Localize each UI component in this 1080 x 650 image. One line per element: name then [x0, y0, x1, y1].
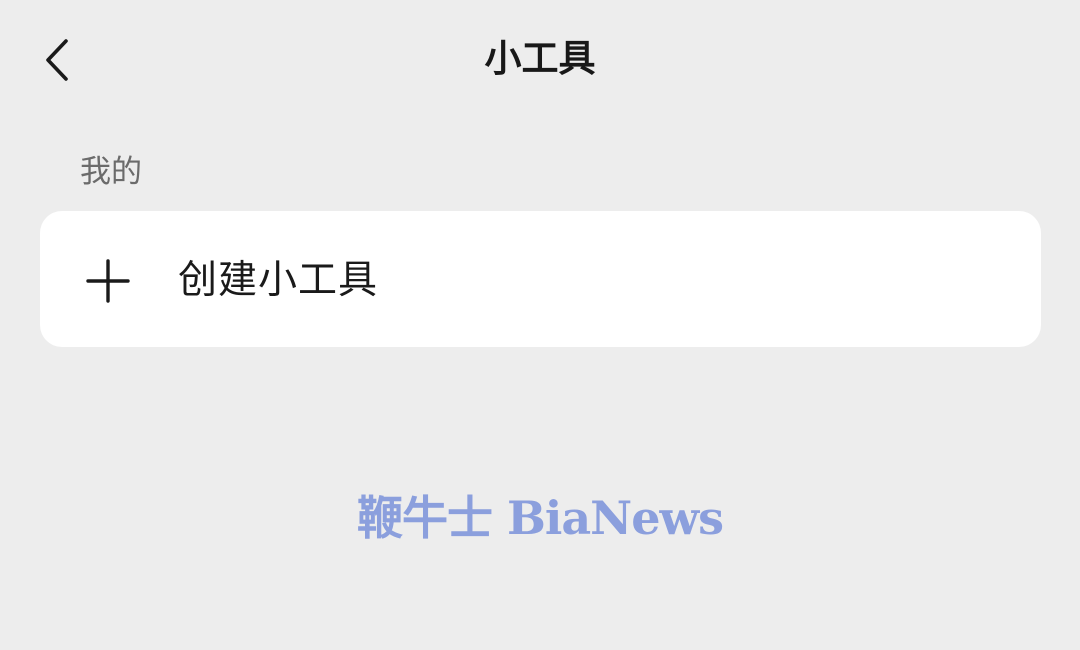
create-tool-label: 创建小工具	[178, 258, 379, 303]
watermark-logo: 鞭牛士 BiaNews	[357, 491, 724, 545]
page-title: 小工具	[484, 37, 596, 80]
tools-screen: 小工具 我的 创建小工具 鞭牛士 BiaNews	[0, 0, 1080, 650]
nav-bar: 小工具	[0, 0, 1080, 120]
section-label-mine: 我的	[80, 154, 142, 190]
plus-icon	[86, 259, 130, 303]
